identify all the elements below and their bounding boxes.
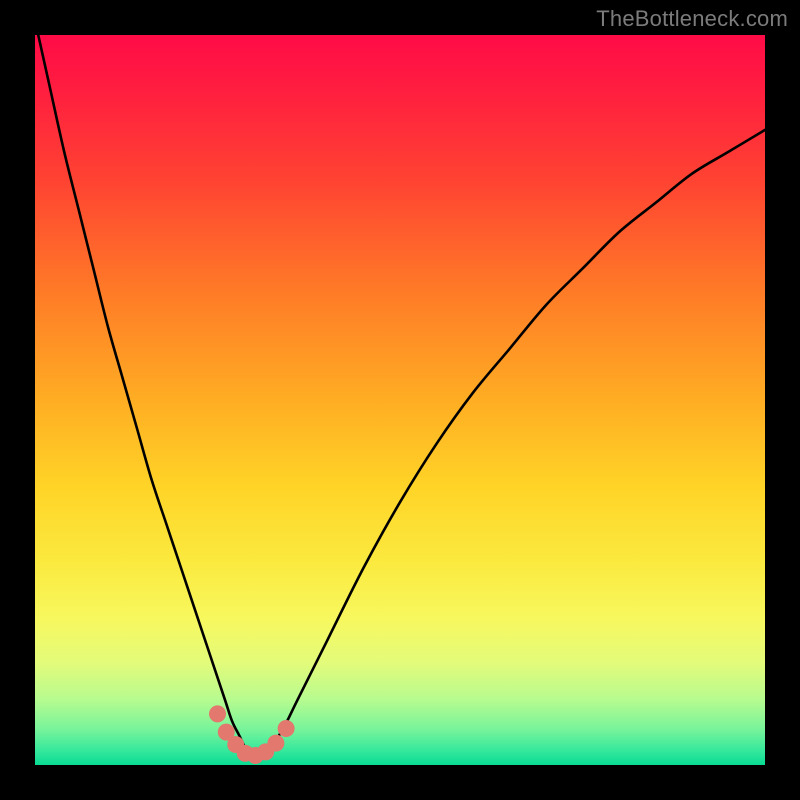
highlight-markers xyxy=(209,705,295,764)
bottleneck-curve xyxy=(35,20,765,758)
chart-frame: TheBottleneck.com xyxy=(0,0,800,800)
curve-layer xyxy=(35,35,765,765)
highlight-point xyxy=(209,705,226,722)
highlight-point xyxy=(267,735,284,752)
plot-area xyxy=(35,35,765,765)
highlight-point xyxy=(278,720,295,737)
watermark-text: TheBottleneck.com xyxy=(596,6,788,32)
